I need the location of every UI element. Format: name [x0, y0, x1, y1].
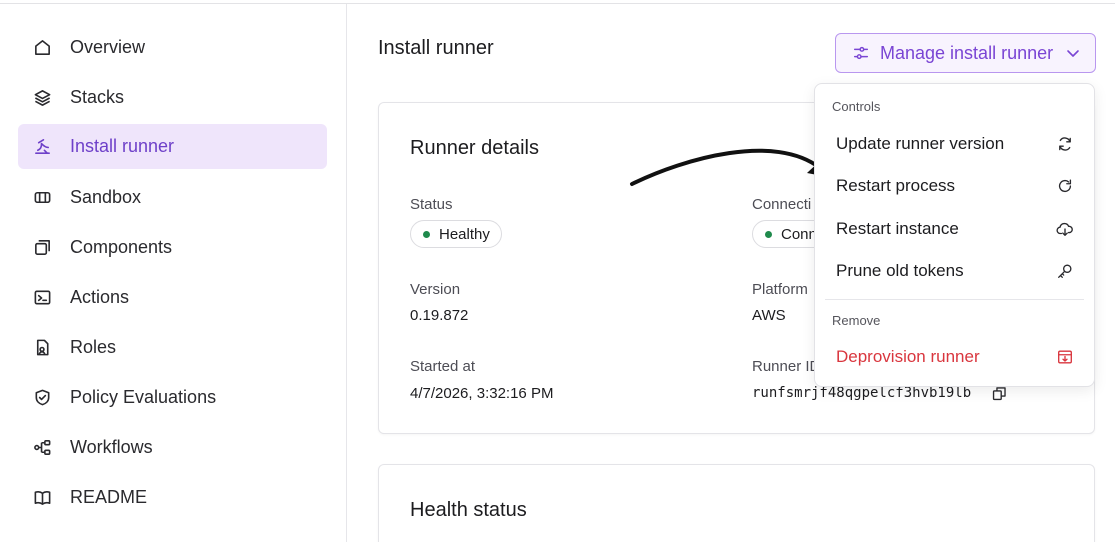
started-at-value: 4/7/2026, 3:32:16 PM [410, 385, 554, 402]
sidebar-item-actions[interactable]: Actions [18, 275, 327, 320]
sidebar-item-label: README [70, 487, 148, 507]
layers-icon [32, 88, 52, 108]
menu-item-label: Deprovision runner [836, 347, 980, 366]
controls-section-label: Controls [832, 99, 881, 114]
sidebar-item-label: Overview [70, 37, 146, 57]
sidebar-item-label: Actions [70, 287, 130, 307]
platform-label: Platform [752, 281, 808, 298]
sidebar-item-stacks[interactable]: Stacks [18, 75, 327, 120]
archive-x-icon [1056, 348, 1074, 366]
runner-details-title: Runner details [410, 137, 539, 159]
remove-section-label: Remove [832, 313, 881, 328]
update-runner-version-item[interactable]: Update runner version [823, 126, 1088, 162]
connected-dot-icon [765, 230, 772, 238]
rotate-cw-icon [1056, 177, 1074, 195]
menu-item-label: Update runner version [836, 134, 1005, 153]
menu-item-label: Restart process [836, 176, 956, 195]
version-label: Version [410, 281, 461, 298]
sidebar-item-readme[interactable]: README [18, 475, 327, 520]
version-value: 0.19.872 [410, 307, 469, 324]
sandbox-icon [32, 188, 52, 208]
annotation-arrow-icon [630, 148, 833, 186]
book-icon [32, 488, 52, 508]
sidebar-item-policy-evaluations[interactable]: Policy Evaluations [18, 375, 327, 420]
runner-id-value: runfsmrjf48qgpelcf3hvb19lb [752, 385, 972, 401]
sidebar-item-roles[interactable]: Roles [18, 325, 327, 370]
refresh-icon [1056, 135, 1074, 153]
sidebar-item-label: Policy Evaluations [70, 387, 217, 407]
status-value: Healthy [439, 225, 490, 243]
menu-item-label: Prune old tokens [836, 261, 964, 280]
page-title: Install runner [378, 37, 494, 59]
sidebar-item-label: Stacks [70, 87, 125, 107]
manage-runner-menu: Controls Update runner version Restart p… [814, 83, 1095, 387]
healthy-dot-icon [423, 230, 430, 238]
sidebar-item-label: Workflows [70, 437, 153, 457]
components-icon [32, 238, 52, 258]
shield-check-icon [32, 388, 52, 408]
workflow-icon [32, 438, 52, 458]
sidebar-item-label: Components [70, 237, 173, 257]
menu-divider [825, 299, 1084, 300]
menu-item-label: Restart instance [836, 219, 959, 238]
prune-old-tokens-item[interactable]: Prune old tokens [823, 253, 1088, 289]
started-at-label: Started at [410, 358, 476, 375]
connection-label: Connecti [752, 196, 812, 213]
sidebar-item-sandbox[interactable]: Sandbox [18, 175, 327, 220]
platform-value: AWS [752, 307, 786, 324]
chevron-down-icon [1065, 45, 1081, 66]
roles-icon [32, 338, 52, 358]
manage-install-runner-button[interactable]: Manage install runner [835, 33, 1096, 73]
copy-icon[interactable] [991, 385, 1008, 407]
sidebar-item-label: Roles [70, 337, 117, 357]
runner-id-label: Runner ID [752, 358, 821, 375]
status-label: Status [410, 196, 453, 213]
sidebar: Overview Stacks Install runner Sandbox C… [0, 4, 347, 542]
runner-icon [32, 137, 52, 157]
sidebar-item-label: Install runner [70, 136, 175, 156]
restart-instance-item[interactable]: Restart instance [823, 211, 1088, 247]
connection-value: Conn [781, 225, 817, 243]
sidebar-item-components[interactable]: Components [18, 225, 327, 270]
sidebar-item-overview[interactable]: Overview [18, 25, 327, 70]
key-icon [1056, 262, 1074, 280]
sidebar-item-workflows[interactable]: Workflows [18, 425, 327, 470]
status-badge: Healthy [410, 220, 502, 248]
sliders-icon [852, 44, 870, 62]
health-status-title: Health status [410, 499, 527, 521]
sidebar-item-label: Sandbox [70, 187, 142, 207]
home-icon [32, 38, 52, 58]
cloud-download-icon [1056, 220, 1074, 238]
restart-process-item[interactable]: Restart process [823, 168, 1088, 204]
sidebar-item-install-runner[interactable]: Install runner [18, 124, 327, 169]
health-status-card: Health status [378, 464, 1095, 542]
terminal-icon [32, 288, 52, 308]
manage-install-runner-label: Manage install runner [880, 42, 1054, 63]
deprovision-runner-item[interactable]: Deprovision runner [823, 339, 1088, 375]
